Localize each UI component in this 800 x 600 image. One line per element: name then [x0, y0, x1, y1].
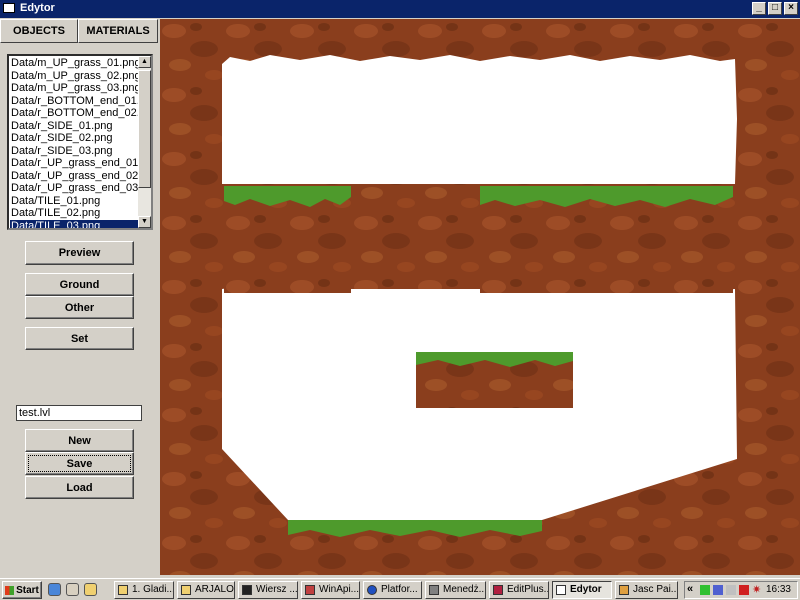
set-button[interactable]: Set [25, 327, 134, 350]
folder-icon [118, 585, 128, 595]
platform-middle [416, 352, 573, 408]
list-item[interactable]: Data/m_UP_grass_03.png [10, 82, 138, 95]
list-item[interactable]: Data/TILE_01.png [10, 195, 138, 208]
maximize-button[interactable]: □ [768, 2, 782, 15]
tab-materials[interactable]: MATERIALS [78, 19, 158, 43]
list-item[interactable]: Data/r_SIDE_02.png [10, 132, 138, 145]
list-item[interactable]: Data/r_SIDE_01.png [10, 120, 138, 133]
list-item[interactable]: Data/TILE_02.png [10, 207, 138, 220]
windows-logo-icon [5, 585, 15, 595]
list-item[interactable]: Data/r_UP_grass_end_03.png [10, 182, 138, 195]
list-item[interactable]: Data/r_UP_grass_end_02.png [10, 170, 138, 183]
list-item[interactable]: Data/r_BOTTOM_end_01.png [10, 95, 138, 108]
taskbar-item[interactable]: Menedż... [425, 581, 486, 599]
tab-objects[interactable]: OBJECTS [0, 19, 78, 43]
scroll-thumb[interactable] [138, 70, 151, 188]
list-item[interactable]: Data/r_SIDE_03.png [10, 145, 138, 158]
paint-icon [619, 585, 629, 595]
taskbar-item-active[interactable]: Edytor [552, 581, 612, 599]
browser-icon [305, 585, 315, 595]
platform-right [480, 186, 733, 293]
editor-icon [493, 585, 503, 595]
platform-left [224, 186, 351, 293]
preview-button[interactable]: Preview [25, 241, 134, 265]
folder-icon [181, 585, 191, 595]
taskbar-item[interactable]: Platfor... [363, 581, 422, 599]
help-icon [367, 585, 377, 595]
tray-expand-icon[interactable]: « [687, 583, 693, 595]
load-button[interactable]: Load [25, 476, 134, 499]
upper-slab-dirt [350, 184, 480, 289]
minimize-button[interactable]: _ [752, 2, 766, 15]
other-button[interactable]: Other [25, 296, 134, 319]
taskbar-item[interactable]: Wiersz ... [238, 581, 298, 599]
monitor-icon [429, 585, 439, 595]
taskbar-item[interactable]: WinApi... [301, 581, 360, 599]
list-item[interactable]: Data/m_UP_grass_01.png [10, 57, 138, 70]
start-button[interactable]: Start [2, 581, 42, 599]
start-label: Start [16, 584, 39, 596]
title-bar: Edytor _ □ × [0, 0, 800, 18]
list-item-selected[interactable]: Data/TILE_03.png [10, 219, 138, 228]
media-quicklaunch-icon[interactable] [66, 583, 79, 596]
taskbar-item[interactable]: Jasc Pai... [615, 581, 678, 599]
new-button[interactable]: New [25, 429, 134, 452]
save-button[interactable]: Save [25, 452, 134, 475]
monitor-tray-icon[interactable] [713, 585, 723, 595]
starburst-tray-icon[interactable]: ✷ [752, 585, 762, 596]
window-icon [556, 585, 566, 595]
file-listbox[interactable]: Data/m_UP_grass_01.png Data/m_UP_grass_0… [7, 54, 153, 230]
ground-button[interactable]: Ground [25, 273, 134, 296]
close-button[interactable]: × [784, 2, 798, 15]
filename-field[interactable] [16, 405, 142, 421]
level-canvas[interactable] [160, 19, 800, 575]
list-scrollbar[interactable]: ▲ ▼ [138, 56, 151, 228]
list-item[interactable]: Data/m_UP_grass_02.png [10, 70, 138, 83]
system-tray: « ✷ 16:33 [684, 581, 798, 599]
taskbar-item[interactable]: 1. Gladi... [114, 581, 174, 599]
taskbar-item[interactable]: EditPlus... [489, 581, 549, 599]
app-icon [3, 3, 15, 13]
folder-quicklaunch-icon[interactable] [84, 583, 97, 596]
security-tray-icon[interactable] [739, 585, 749, 595]
list-item[interactable]: Data/r_BOTTOM_end_02.png [10, 107, 138, 120]
list-item[interactable]: Data/r_UP_grass_end_01.png [10, 157, 138, 170]
browser-quicklaunch-icon[interactable] [48, 583, 61, 596]
window-title: Edytor [20, 2, 55, 14]
clock: 16:33 [765, 584, 791, 595]
scroll-up-icon[interactable]: ▲ [138, 56, 151, 68]
volume-tray-icon[interactable] [726, 585, 736, 595]
network-tray-icon[interactable] [700, 585, 710, 595]
taskbar: Start 1. Gladi... ARJALOC Wiersz ... Win… [0, 578, 800, 600]
scroll-down-icon[interactable]: ▼ [138, 216, 151, 228]
console-icon [242, 585, 252, 595]
taskbar-item[interactable]: ARJALOC [177, 581, 235, 599]
